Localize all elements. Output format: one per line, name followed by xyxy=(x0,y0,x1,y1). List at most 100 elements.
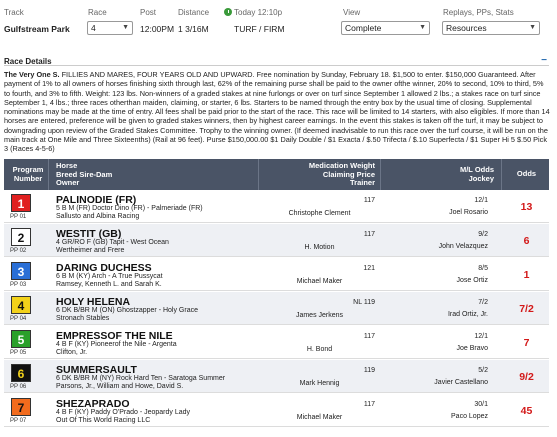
horse-owner: Stronach Stables xyxy=(56,315,110,322)
distance-label: Distance xyxy=(178,8,210,17)
today-label: Today 12:10p xyxy=(224,8,282,17)
weight: 117 xyxy=(363,333,375,340)
table-row[interactable]: 5 PP 05 EMPRESSOF THE NILE 4 B F (KY) Pione… xyxy=(4,326,549,359)
trainer-header: Trainer xyxy=(349,178,375,187)
jockey-name: Jose Ortiz xyxy=(456,277,488,284)
horse-breed: 6 B M (KY) Arch - A True Pussycat xyxy=(56,273,163,280)
entries-table-header: Program Number Horse Breed Sire-Dam Owne… xyxy=(4,159,549,190)
jockey-name: Joel Rosario xyxy=(449,209,488,216)
race-details-body: The Very One S. FILLIES AND MARES, FOUR … xyxy=(4,70,550,154)
jockey-header: Jockey xyxy=(468,173,494,183)
post-position: PP 04 xyxy=(10,316,27,322)
live-odds: 9/2 xyxy=(519,371,534,383)
horse-breed: 6 DK B/BR M (ON) Ghostzapper - Holy Grac… xyxy=(56,307,198,314)
distance-value: 1 3/16M xyxy=(178,24,209,34)
weight: 119 xyxy=(363,299,375,306)
live-odds: 7 xyxy=(523,337,530,349)
surface-value: TURF / FIRM xyxy=(234,24,285,34)
program-number-badge: 6 xyxy=(11,364,31,382)
post-position: PP 07 xyxy=(10,418,27,424)
weight: 119 xyxy=(363,367,375,374)
weight: 117 xyxy=(363,231,375,238)
program-number-badge: 3 xyxy=(11,262,31,280)
jockey-name: John Velazquez xyxy=(438,243,488,250)
jockey-name: Javier Castellano xyxy=(434,379,488,386)
horse-owner: Clifton, Jr. xyxy=(56,349,88,356)
weight: 121 xyxy=(363,265,375,272)
track-value[interactable]: Gulfstream Park xyxy=(4,24,70,34)
trainer-name: Michael Maker xyxy=(296,278,343,285)
trainer-name: H. Motion xyxy=(304,244,335,251)
program-number-badge: 4 xyxy=(11,296,31,314)
race-label: Race xyxy=(88,8,107,17)
view-select-value: Complete xyxy=(345,23,382,33)
horse-breed: 5 B M (FR) Doctor Dino (FR) - Palmeriade… xyxy=(56,205,203,212)
post-position: PP 03 xyxy=(10,282,27,288)
med-weight: 117 xyxy=(264,401,375,408)
view-select[interactable]: Complete ▼ xyxy=(341,21,430,35)
morning-line-odds: 30/1 xyxy=(474,401,488,408)
horse-breed: 6 DK B/BR M (NY) Rock Hard Ten - Saratog… xyxy=(56,375,226,382)
program-header: Program Number xyxy=(12,165,44,183)
divider xyxy=(380,159,381,190)
table-row[interactable]: 6 PP 06 SUMMERSAULT 6 DK B/BR M (NY) Rock H… xyxy=(4,360,549,393)
post-position: PP 01 xyxy=(10,214,27,220)
resources-select[interactable]: Resources ▼ xyxy=(442,21,540,35)
track-label: Track xyxy=(4,8,24,17)
live-odds: 7/2 xyxy=(519,303,534,315)
race-select[interactable]: 4 ▼ xyxy=(87,21,133,35)
live-odds: 45 xyxy=(520,405,533,417)
post-position: PP 05 xyxy=(10,350,27,356)
weight: 117 xyxy=(363,197,375,204)
morning-line-odds: 5/2 xyxy=(478,367,488,374)
race-select-value: 4 xyxy=(91,23,96,33)
chevron-down-icon: ▼ xyxy=(122,24,129,31)
table-row[interactable]: 4 PP 04 HOLY HELENA 6 DK B/BR M (ON) Ghostz… xyxy=(4,292,549,325)
post-label: Post xyxy=(140,8,157,17)
post-position: PP 02 xyxy=(10,248,27,254)
med-weight: 117 xyxy=(264,197,375,204)
table-row[interactable]: 3 PP 03 DARING DUCHESS 6 B M (KY) Arch - A … xyxy=(4,258,549,291)
jockey-name: Irad Ortiz, Jr. xyxy=(447,311,488,318)
today-text: Today 12:10p xyxy=(234,8,283,17)
horse-owner: Wertheimer and Frere xyxy=(56,247,125,254)
jockey-name: Paco Lopez xyxy=(451,413,488,420)
live-odds: 1 xyxy=(523,269,530,281)
table-row[interactable]: 1 PP 01 PALINODIE (FR) 5 B M (FR) Doctor Di… xyxy=(4,190,549,223)
trainer-name: Christophe Clement xyxy=(288,210,351,217)
horse-owner: Parsons, Jr., William and Howe, David S. xyxy=(56,383,184,390)
morning-line-odds: 9/2 xyxy=(478,231,488,238)
view-label: View xyxy=(343,8,361,17)
morning-line-odds: 7/2 xyxy=(478,299,488,306)
morning-line-odds: 12/1 xyxy=(474,197,488,204)
trainer-name: Michael Maker xyxy=(296,414,343,421)
horse-owner: Sallusto and Albina Racing xyxy=(56,213,140,220)
program-number-badge: 1 xyxy=(11,194,31,212)
divider xyxy=(258,159,259,190)
divider xyxy=(501,159,502,190)
chevron-down-icon: ▼ xyxy=(419,24,426,31)
clock-icon xyxy=(224,8,232,16)
horse-breed: 4 GR/RO F (GB) Tapit - West Ocean xyxy=(56,239,169,246)
horse-breed: 4 B F (KY) Paddy O'Prado - Jeopardy Lady xyxy=(56,409,191,416)
med-weight: 121 xyxy=(264,265,375,272)
table-row[interactable]: 7 PP 07 SHEZAPRADO 4 B F (KY) Paddy O'Prado… xyxy=(4,394,549,427)
morning-line-odds: 12/1 xyxy=(474,333,488,340)
horse-owner: Out Of This World Racing LLC xyxy=(56,417,151,424)
race-conditions: FILLIES AND MARES, FOUR YEARS OLD AND UP… xyxy=(4,70,550,154)
filter-bar: Track Gulfstream Park Race 4 ▼ Post 12:0… xyxy=(0,0,557,50)
med-weight: 119 xyxy=(264,367,375,374)
owner-header: Owner xyxy=(56,178,80,187)
morning-line-odds: 8/5 xyxy=(478,265,488,272)
live-odds: 6 xyxy=(523,235,530,247)
table-row[interactable]: 2 PP 02 WESTIT (GB) 4 GR/RO F (GB) Tapit - … xyxy=(4,224,549,257)
post-position: PP 06 xyxy=(10,384,27,390)
program-number-badge: 7 xyxy=(11,398,31,416)
med-weight: NL 119 xyxy=(264,299,375,306)
trainer-name: James Jerkens xyxy=(295,312,344,319)
medication: NL xyxy=(353,299,362,306)
trainer-name: H. Bond xyxy=(306,346,333,353)
post-value: 12:00PM xyxy=(140,24,175,34)
divider xyxy=(48,159,49,190)
resources-select-value: Resources xyxy=(446,23,487,33)
